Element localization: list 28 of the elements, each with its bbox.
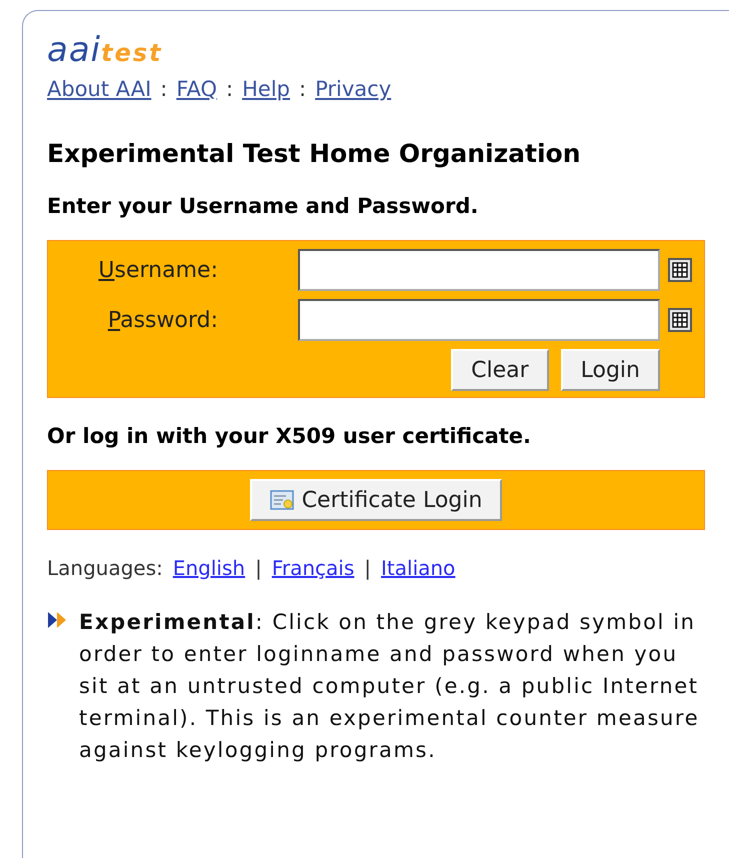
separator: |	[364, 556, 372, 580]
keypad-icon[interactable]	[668, 308, 692, 332]
logo: aaitest	[47, 33, 164, 67]
nav-link[interactable]: Help	[242, 77, 290, 101]
separator: |	[255, 556, 262, 580]
keypad-icon[interactable]	[668, 258, 692, 282]
nav-link[interactable]: FAQ	[176, 77, 218, 101]
clear-button[interactable]: Clear	[451, 349, 549, 391]
field-label: Password:	[108, 308, 219, 332]
certificate-prompt: Or log in with your X509 user certificate.	[47, 424, 532, 448]
experimental-note: Experimental: Click on the grey keypad symbol in order to enter loginname and password when you sit at an untrusted computer (e.g. a public Internet terminal). This is an experimental counter measure against keylogging programs.	[79, 609, 700, 764]
login-button[interactable]: Login	[560, 349, 660, 391]
nav-link[interactable]: Privacy	[315, 77, 392, 101]
certificate-icon	[270, 490, 294, 510]
username-field[interactable]	[298, 249, 660, 291]
organization-heading: Experimental Test Home Organization	[47, 139, 582, 168]
languages-label: Languages:	[47, 556, 163, 580]
password-field[interactable]	[298, 299, 660, 341]
separator: :	[226, 77, 234, 101]
language-link[interactable]: Italiano	[381, 556, 456, 580]
login-prompt: Enter your Username and Password.	[47, 194, 480, 218]
separator: :	[160, 77, 168, 101]
language-link[interactable]: English	[172, 556, 246, 580]
field-label: Username:	[98, 258, 219, 282]
certificate-login-button[interactable]: Certificate Login	[250, 479, 502, 521]
language-link[interactable]: Français	[272, 556, 354, 580]
nav-link[interactable]: About AAI	[47, 77, 152, 101]
separator: :	[299, 77, 306, 101]
